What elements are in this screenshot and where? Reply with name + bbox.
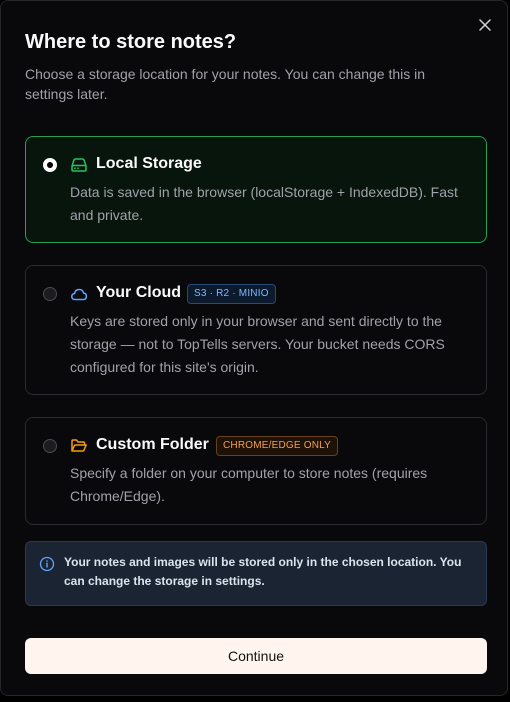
option-custom-folder[interactable]: Custom Folder CHROME/EDGE ONLY Specify a…	[25, 417, 487, 525]
dialog-subtitle: Choose a storage location for your notes…	[25, 66, 426, 102]
folder-open-icon	[71, 439, 87, 452]
close-icon	[479, 19, 491, 31]
info-icon	[39, 556, 55, 572]
dialog-title: Where to store notes?	[25, 31, 237, 53]
provider-badge: S3 · R2 · MINIO	[187, 284, 276, 304]
radio-your-cloud[interactable]	[43, 287, 57, 301]
info-text: Your notes and images will be stored onl…	[64, 555, 462, 588]
option-description: Specify a folder on your computer to sto…	[70, 465, 428, 504]
option-title: Your Cloud	[96, 284, 182, 301]
option-description: Keys are stored only in your browser and…	[70, 313, 445, 375]
storage-dialog: Where to store notes? Choose a storage l…	[0, 0, 508, 696]
option-title: Local Storage	[96, 155, 202, 172]
option-your-cloud[interactable]: Your Cloud S3 · R2 · MINIO Keys are stor…	[25, 265, 487, 395]
close-button[interactable]	[477, 17, 493, 33]
browser-badge: CHROME/EDGE ONLY	[216, 436, 339, 456]
option-title: Custom Folder	[96, 436, 209, 453]
option-local-storage[interactable]: Local Storage Data is saved in the brows…	[25, 136, 487, 243]
radio-custom-folder[interactable]	[43, 439, 57, 453]
cloud-icon	[71, 288, 88, 301]
info-notice: Your notes and images will be stored onl…	[25, 541, 487, 606]
option-description: Data is saved in the browser (localStora…	[70, 184, 458, 223]
hard-drive-icon	[71, 158, 87, 172]
radio-local-storage[interactable]	[43, 158, 57, 172]
continue-button[interactable]: Continue	[25, 638, 487, 674]
